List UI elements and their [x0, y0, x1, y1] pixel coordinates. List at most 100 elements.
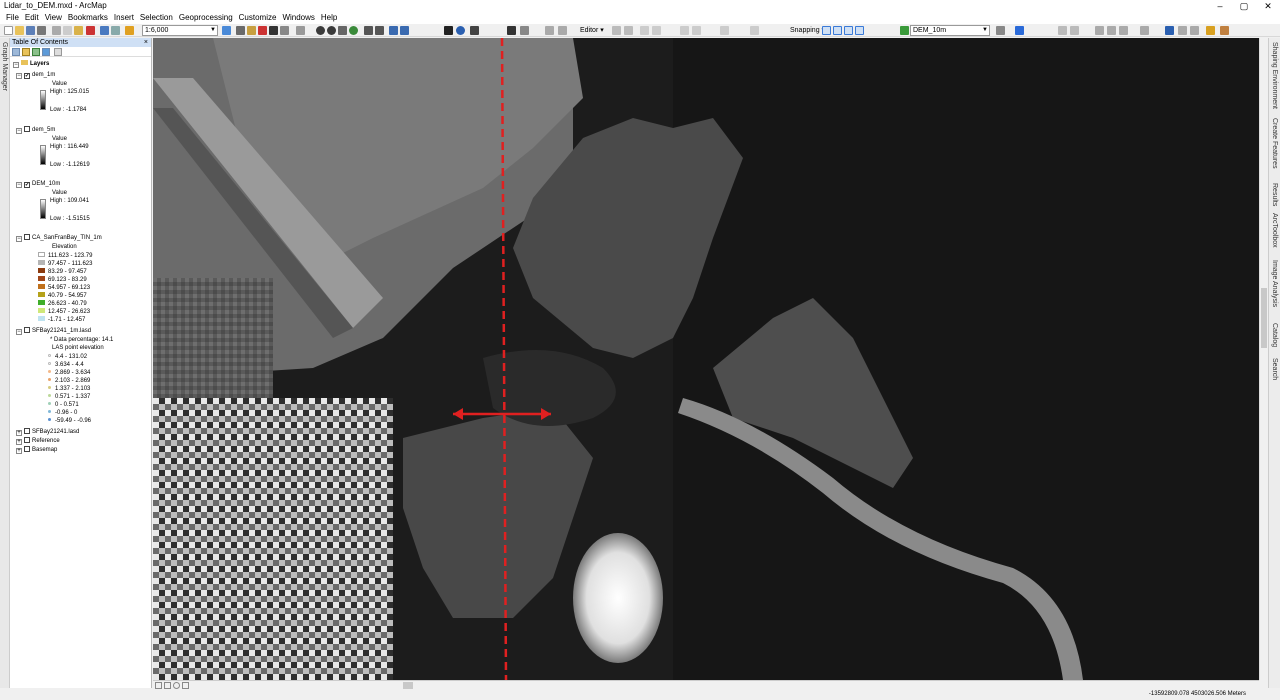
layer-dem-1m[interactable]: − ✔ dem_1m [16, 71, 55, 79]
zoom-in-icon[interactable] [316, 26, 325, 35]
horizontal-scroll-thumb[interactable] [403, 682, 413, 689]
image-analysis-tab[interactable]: Image Analysis [1271, 260, 1278, 307]
layer-properties-icon[interactable] [996, 26, 1005, 35]
list-by-drawing-order-icon[interactable] [12, 48, 20, 56]
visibility-checkbox[interactable] [24, 234, 30, 240]
visibility-checkbox[interactable] [24, 327, 30, 333]
list-by-visibility-icon[interactable] [32, 48, 40, 56]
3d-analyst-icon[interactable] [1165, 26, 1174, 35]
snapping-dropdown[interactable]: Snapping ▾ [790, 25, 825, 36]
interpolate-line-icon[interactable] [1178, 26, 1187, 35]
modelbuilder-icon[interactable] [280, 26, 289, 35]
minimize-button[interactable]: – [1208, 0, 1232, 12]
point-snapping-icon[interactable] [822, 26, 831, 35]
print-icon[interactable] [37, 26, 46, 35]
data-view-icon[interactable] [155, 682, 162, 689]
collapse-icon[interactable]: − [16, 329, 22, 335]
refresh-icon[interactable] [173, 682, 180, 689]
dimension-icon[interactable] [296, 26, 305, 35]
cut-icon[interactable] [52, 26, 61, 35]
save-icon[interactable] [26, 26, 35, 35]
las-profile-icon[interactable] [1220, 26, 1229, 35]
html-popup-icon[interactable] [545, 26, 554, 35]
full-extent-icon[interactable] [349, 26, 358, 35]
back-extent-icon[interactable] [389, 26, 398, 35]
menu-file[interactable]: File [3, 12, 22, 24]
cut-polygons-icon[interactable] [720, 26, 729, 35]
measure-icon[interactable] [520, 26, 529, 35]
fixed-zoom-in-icon[interactable] [364, 26, 373, 35]
image-classification-icon[interactable] [1058, 26, 1067, 35]
layer-las-dataset[interactable]: − SFBay21241_1m.lasd [16, 327, 91, 335]
close-icon[interactable]: × [144, 38, 148, 47]
layer-las-dataset-2[interactable]: + SFBay21241.lasd [16, 428, 79, 436]
add-data-icon[interactable] [125, 26, 134, 35]
python-icon[interactable] [269, 26, 278, 35]
select-features-icon[interactable] [470, 26, 479, 35]
arctoolbox-icon[interactable] [258, 26, 267, 35]
zoom-out-icon[interactable] [327, 26, 336, 35]
expand-icon[interactable]: + [16, 439, 22, 445]
collapse-icon[interactable]: − [16, 128, 22, 134]
undo-icon[interactable] [100, 26, 109, 35]
layers-root[interactable]: − Layers [13, 60, 49, 68]
results-tab[interactable]: Results [1271, 183, 1278, 206]
maximize-button[interactable]: ▢ [1232, 0, 1256, 12]
menu-customize[interactable]: Customize [236, 12, 280, 24]
visibility-checkbox[interactable]: ✔ [24, 73, 30, 79]
identify-icon[interactable] [456, 26, 465, 35]
find-icon[interactable] [507, 26, 516, 35]
collapse-icon[interactable]: − [16, 73, 22, 79]
swipe-icon[interactable] [1015, 26, 1024, 35]
redo-icon[interactable] [111, 26, 120, 35]
editor-tool-a-icon[interactable] [1095, 26, 1104, 35]
copy-icon[interactable] [63, 26, 72, 35]
menu-selection[interactable]: Selection [137, 12, 176, 24]
expand-icon[interactable]: + [16, 430, 22, 436]
visibility-checkbox[interactable] [24, 428, 30, 434]
vertex-snapping-icon[interactable] [844, 26, 853, 35]
visibility-checkbox[interactable] [24, 446, 30, 452]
catalog-tab[interactable]: Catalog [1271, 323, 1278, 347]
visibility-checkbox[interactable]: ✔ [24, 182, 30, 188]
visibility-checkbox[interactable] [24, 437, 30, 443]
edge-snapping-icon[interactable] [855, 26, 864, 35]
collapse-icon[interactable]: − [13, 62, 19, 68]
las-dataset-icon[interactable] [1206, 26, 1215, 35]
new-document-icon[interactable] [4, 26, 13, 35]
close-button[interactable]: ✕ [1256, 0, 1280, 12]
editor-toolbar-icon[interactable] [222, 26, 231, 35]
layer-tin[interactable]: − CA_SanFranBay_TIN_1m [16, 234, 102, 242]
edit-vertices-icon[interactable] [680, 26, 689, 35]
pause-drawing-icon[interactable] [182, 682, 189, 689]
menu-view[interactable]: View [42, 12, 65, 24]
expand-icon[interactable]: + [16, 448, 22, 454]
search-tab[interactable]: Search [1271, 358, 1278, 380]
layout-view-icon[interactable] [164, 682, 171, 689]
delete-icon[interactable] [86, 26, 95, 35]
layer-reference[interactable]: + Reference [16, 437, 60, 445]
profile-graph-icon[interactable] [1190, 26, 1199, 35]
training-sample-icon[interactable] [1070, 26, 1079, 35]
editor-tool-b-icon[interactable] [1107, 26, 1116, 35]
collapse-icon[interactable]: − [16, 236, 22, 242]
menu-insert[interactable]: Insert [111, 12, 137, 24]
visibility-checkbox[interactable] [24, 126, 30, 132]
attributes-icon[interactable] [750, 26, 759, 35]
editor-tool-d-icon[interactable] [1140, 26, 1149, 35]
menu-help[interactable]: Help [318, 12, 340, 24]
catalog-icon[interactable] [247, 26, 256, 35]
list-by-source-icon[interactable] [22, 48, 30, 56]
graph-manager-tab[interactable]: Graph Manager [1, 42, 8, 91]
map-scale-input[interactable]: 1:6,000 ▼ [142, 25, 218, 36]
menu-geoprocessing[interactable]: Geoprocessing [176, 12, 236, 24]
layer-basemap[interactable]: + Basemap [16, 446, 57, 454]
shaping-environment-tab[interactable]: Shaping Environment [1271, 42, 1278, 109]
open-folder-icon[interactable] [15, 26, 24, 35]
select-elements-icon[interactable] [444, 26, 453, 35]
list-by-selection-icon[interactable] [42, 48, 50, 56]
fixed-zoom-out-icon[interactable] [375, 26, 384, 35]
menu-bookmarks[interactable]: Bookmarks [65, 12, 111, 24]
edit-tool-icon[interactable] [612, 26, 621, 35]
straight-segment-icon[interactable] [640, 26, 649, 35]
